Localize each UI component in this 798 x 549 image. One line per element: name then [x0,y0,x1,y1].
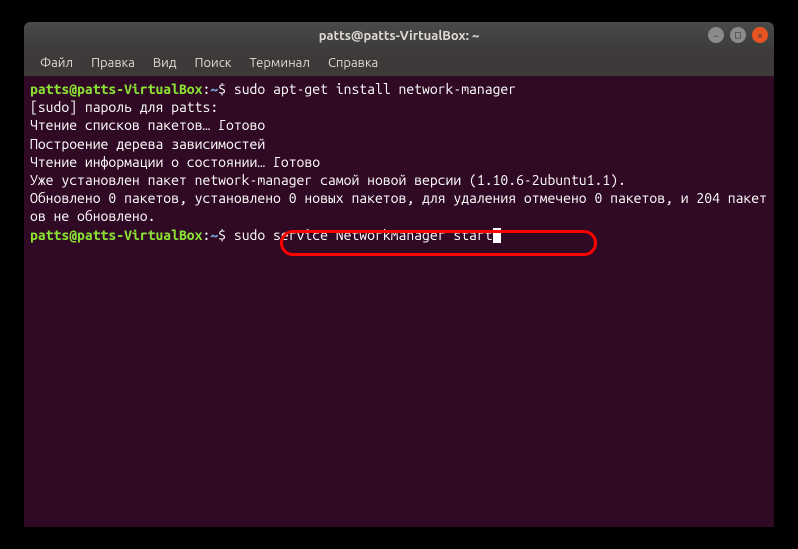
output-line: Чтение информации о состоянии… Готово [30,154,320,170]
cursor [493,228,501,243]
minimize-button[interactable]: − [708,27,724,43]
command-line: sudo apt-get install network-manager [234,81,516,97]
menu-file[interactable]: Файл [32,53,81,73]
menu-view[interactable]: Вид [145,53,185,73]
close-button[interactable]: × [752,27,768,43]
window-title: patts@patts-VirtualBox: ~ [319,29,480,43]
terminal-output[interactable]: patts@patts-VirtualBox:~$ sudo apt-get i… [24,76,774,248]
titlebar: patts@patts-VirtualBox: ~ − □ × [24,22,774,50]
output-line: Построение дерева зависимостей [30,136,265,152]
output-line: Чтение списков пакетов… Готово [30,117,265,133]
menu-terminal[interactable]: Терминал [241,53,317,73]
command-line: sudo service NetworkManager start [234,227,493,243]
window-controls: − □ × [708,27,768,43]
menu-search[interactable]: Поиск [186,53,239,73]
output-line: [sudo] пароль для patts: [30,99,218,115]
menu-edit[interactable]: Правка [83,53,143,73]
prompt-symbol: $ [218,227,226,243]
prompt-path: ~ [210,227,218,243]
output-line: Уже установлен пакет network-manager сам… [30,172,626,188]
prompt-symbol: $ [218,81,226,97]
menubar: Файл Правка Вид Поиск Терминал Справка [24,50,774,76]
maximize-button[interactable]: □ [730,27,746,43]
terminal-window: patts@patts-VirtualBox: ~ − □ × Файл Пра… [24,22,774,527]
menu-help[interactable]: Справка [320,53,386,73]
prompt-user: patts@patts-VirtualBox [30,227,202,243]
output-line: Обновлено 0 пакетов, установлено 0 новых… [30,190,767,224]
prompt-user: patts@patts-VirtualBox [30,81,202,97]
prompt-path: ~ [210,81,218,97]
